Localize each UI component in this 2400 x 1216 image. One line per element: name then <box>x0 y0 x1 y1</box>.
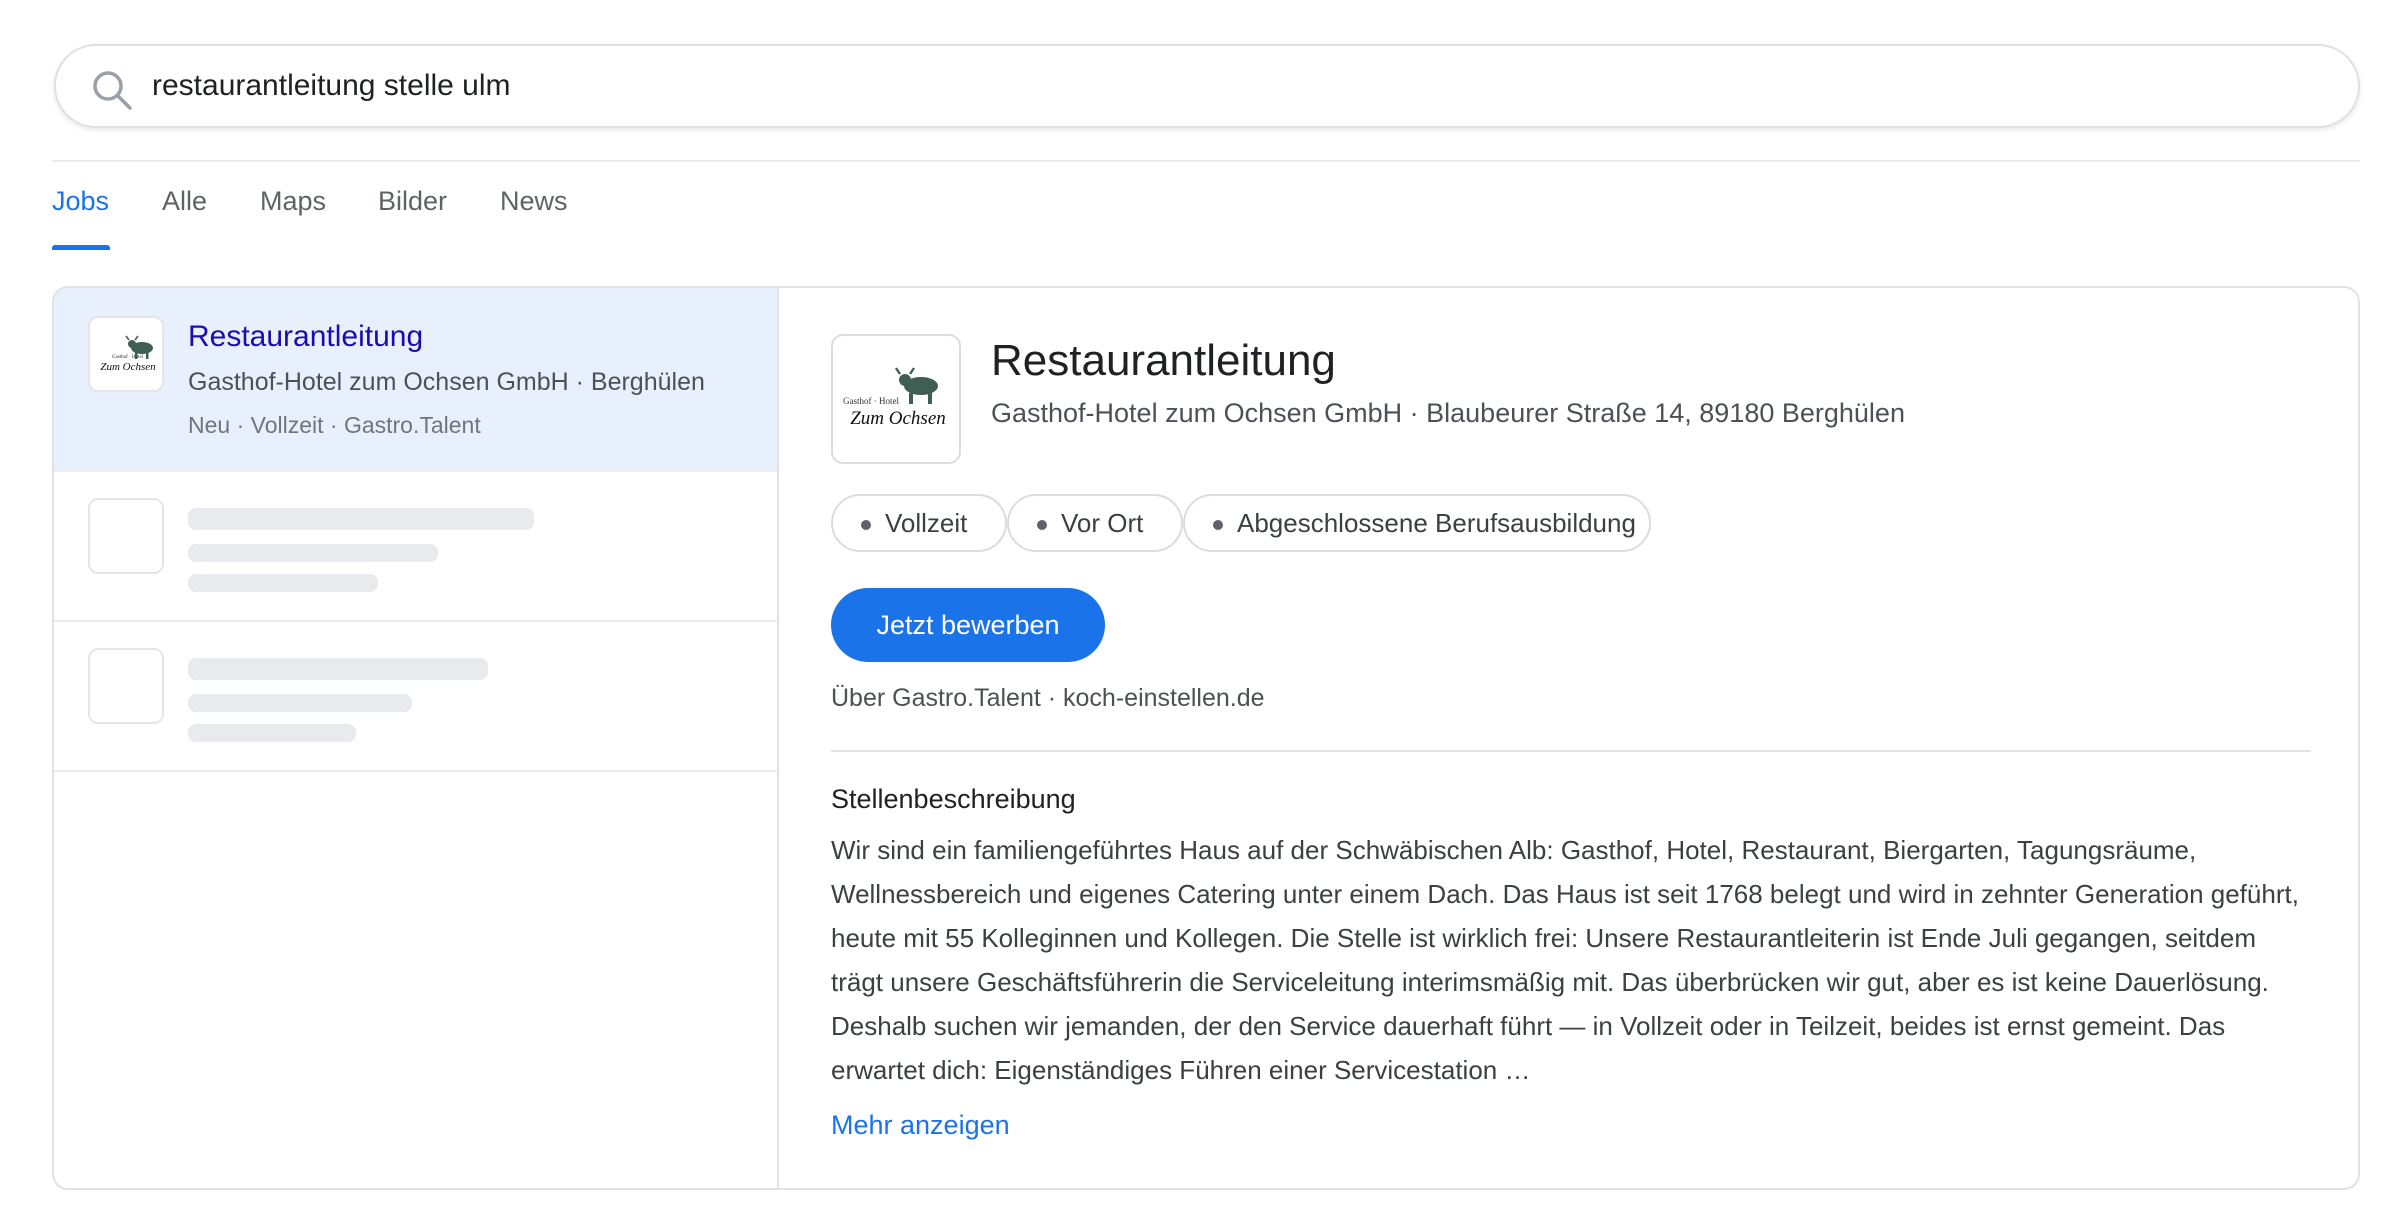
detail-divider <box>831 750 2311 752</box>
tab-maps[interactable]: Maps <box>260 186 326 250</box>
placeholder-thumb <box>88 498 164 574</box>
skeleton-line <box>188 724 356 742</box>
job-detail-company-address: Gasthof-Hotel zum Ochsen GmbH · Blaubeur… <box>991 398 1905 428</box>
active-tab-indicator <box>52 245 110 250</box>
logo-name: Zum Ochsen <box>100 361 156 373</box>
chip-label: Vor Ort <box>1061 507 1144 538</box>
skeleton-line <box>188 508 534 530</box>
job-results-panel: Gasthof · Hotel Zum Ochsen Restaurantlei… <box>52 286 2360 1190</box>
tab-label: Alle <box>162 186 208 216</box>
apply-button[interactable]: Jetzt bewerben <box>831 588 1105 662</box>
tab-label: Bilder <box>378 186 448 216</box>
chip-vollzeit: Vollzeit <box>831 494 1007 552</box>
job-list: Gasthof · Hotel Zum Ochsen Restaurantlei… <box>54 288 779 1188</box>
job-list-item-placeholder[interactable] <box>54 472 777 622</box>
tab-label: News <box>500 186 568 216</box>
logo-small-text: Gasthof · Hotel <box>843 396 899 406</box>
company-logo: Gasthof · Hotel Zum Ochsen <box>88 316 164 392</box>
tab-news[interactable]: News <box>500 186 568 250</box>
header-divider <box>52 160 2360 162</box>
skeleton-line <box>188 658 488 680</box>
logo-name: Zum Ochsen <box>850 408 946 429</box>
tab-label: Maps <box>260 186 327 216</box>
job-list-item-placeholder[interactable] <box>54 622 777 772</box>
chip-label: Vollzeit <box>885 507 968 538</box>
show-more-link[interactable]: Mehr anzeigen <box>831 1110 1010 1141</box>
tab-bilder[interactable]: Bilder <box>378 186 447 250</box>
tab-alle[interactable]: Alle <box>162 186 207 250</box>
job-description: Wir sind ein familiengeführtes Haus auf … <box>831 835 2299 1085</box>
tab-label: Jobs <box>52 186 110 216</box>
job-source: Über Gastro.Talent · koch-einstellen.de <box>831 684 1265 712</box>
skeleton-line <box>188 574 378 592</box>
job-title-link[interactable]: Restaurantleitung <box>188 320 423 354</box>
job-detail-title: Restaurantleitung <box>991 336 1336 385</box>
search-input[interactable] <box>152 46 2302 126</box>
bullet-icon <box>1037 520 1047 530</box>
job-company-location: Gasthof-Hotel zum Ochsen GmbH · Berghüle… <box>188 368 705 396</box>
job-meta: Neu · Vollzeit · Gastro.Talent <box>188 412 481 438</box>
bullet-icon <box>1213 520 1223 530</box>
chip-berufsausbildung: Abgeschlossene Berufsausbildung <box>1183 494 1651 552</box>
ochsen-logo-icon: Gasthof · Hotel Zum Ochsen <box>100 335 156 373</box>
placeholder-thumb <box>88 648 164 724</box>
tab-jobs[interactable]: Jobs <box>52 186 110 250</box>
job-detail: Gasthof · Hotel Zum Ochsen Restaurantlei… <box>781 288 2358 1188</box>
company-logo-large: Gasthof · Hotel Zum Ochsen <box>831 334 961 464</box>
chip-vor-ort: Vor Ort <box>1007 494 1183 552</box>
description-heading: Stellenbeschreibung <box>831 784 1076 814</box>
logo-small-text: Gasthof · Hotel <box>112 355 144 360</box>
skeleton-line <box>188 544 438 562</box>
job-list-item-selected[interactable]: Gasthof · Hotel Zum Ochsen Restaurantlei… <box>54 288 777 472</box>
bullet-icon <box>861 520 871 530</box>
search-icon[interactable] <box>88 66 136 114</box>
chip-label: Abgeschlossene Berufsausbildung <box>1237 507 1636 538</box>
ochsen-logo-icon: Gasthof · Hotel Zum Ochsen <box>843 367 946 429</box>
skeleton-line <box>188 694 412 712</box>
search-bar[interactable] <box>54 44 2360 128</box>
